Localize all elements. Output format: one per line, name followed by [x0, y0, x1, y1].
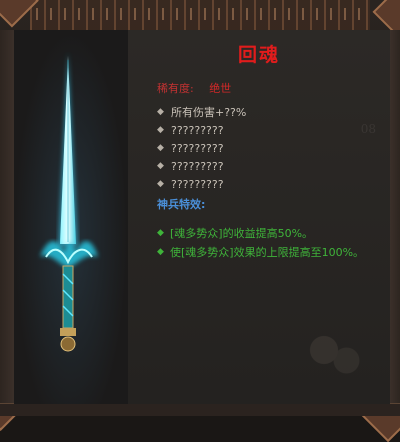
- cloud-decoration: [288, 322, 378, 392]
- item-title: 回魂: [237, 44, 280, 66]
- rarity-row: 稀有度: 绝世: [157, 80, 231, 96]
- diamond-bullet-icon: ◆: [157, 143, 164, 153]
- background-number: 08: [360, 122, 376, 136]
- right-border: [389, 30, 400, 416]
- effect-text: [魂多势众]的收益提高50%。: [170, 227, 314, 240]
- diamond-bullet-icon: ◆: [157, 179, 164, 189]
- stat-row: ◆ 所有伤害+??%: [157, 103, 246, 121]
- bottom-border: [0, 403, 400, 416]
- diamond-bullet-icon: ◆: [157, 161, 164, 171]
- diamond-bullet-icon: ◆: [157, 107, 164, 117]
- diamond-bullet-icon: ◆: [157, 247, 164, 257]
- stat-row: ◆ ?????????: [157, 157, 246, 175]
- diamond-bullet-icon: ◆: [157, 125, 164, 135]
- effect-row: ◆ [魂多势众]的收益提高50%。: [157, 225, 382, 242]
- diamond-bullet-icon: ◆: [157, 228, 164, 238]
- stat-row: ◆ ?????????: [157, 121, 246, 139]
- stat-row: ◆ ?????????: [157, 175, 246, 193]
- item-tooltip-frame: 08 回魂 稀有度: 绝世 ◆ 所有伤害+??% ◆ ????????? ◆ ?…: [0, 0, 400, 442]
- stat-text: 所有伤害+??%: [171, 106, 247, 119]
- stat-row: ◆ ?????????: [157, 139, 246, 157]
- stat-text: ?????????: [171, 159, 224, 173]
- divine-effect-title: 神兵特效:: [157, 198, 206, 211]
- glowing-sword-icon: [40, 52, 98, 352]
- stat-text: ?????????: [171, 177, 224, 191]
- divine-effects-list: ◆ [魂多势众]的收益提高50%。 ◆ 使[魂多势众]效果的上限提高至100%。: [157, 225, 382, 263]
- item-stats-list: ◆ 所有伤害+??% ◆ ????????? ◆ ????????? ◆ ???…: [157, 103, 246, 193]
- rarity-value: 绝世: [209, 82, 232, 95]
- rarity-label: 稀有度:: [157, 82, 194, 95]
- effect-row: ◆ 使[魂多势众]效果的上限提高至100%。: [157, 244, 382, 261]
- left-border: [0, 30, 15, 416]
- top-ornamental-border: [30, 0, 370, 32]
- effect-text: 使[魂多势众]效果的上限提高至100%。: [170, 246, 365, 259]
- stat-text: ?????????: [171, 141, 224, 155]
- stat-text: ?????????: [171, 123, 224, 137]
